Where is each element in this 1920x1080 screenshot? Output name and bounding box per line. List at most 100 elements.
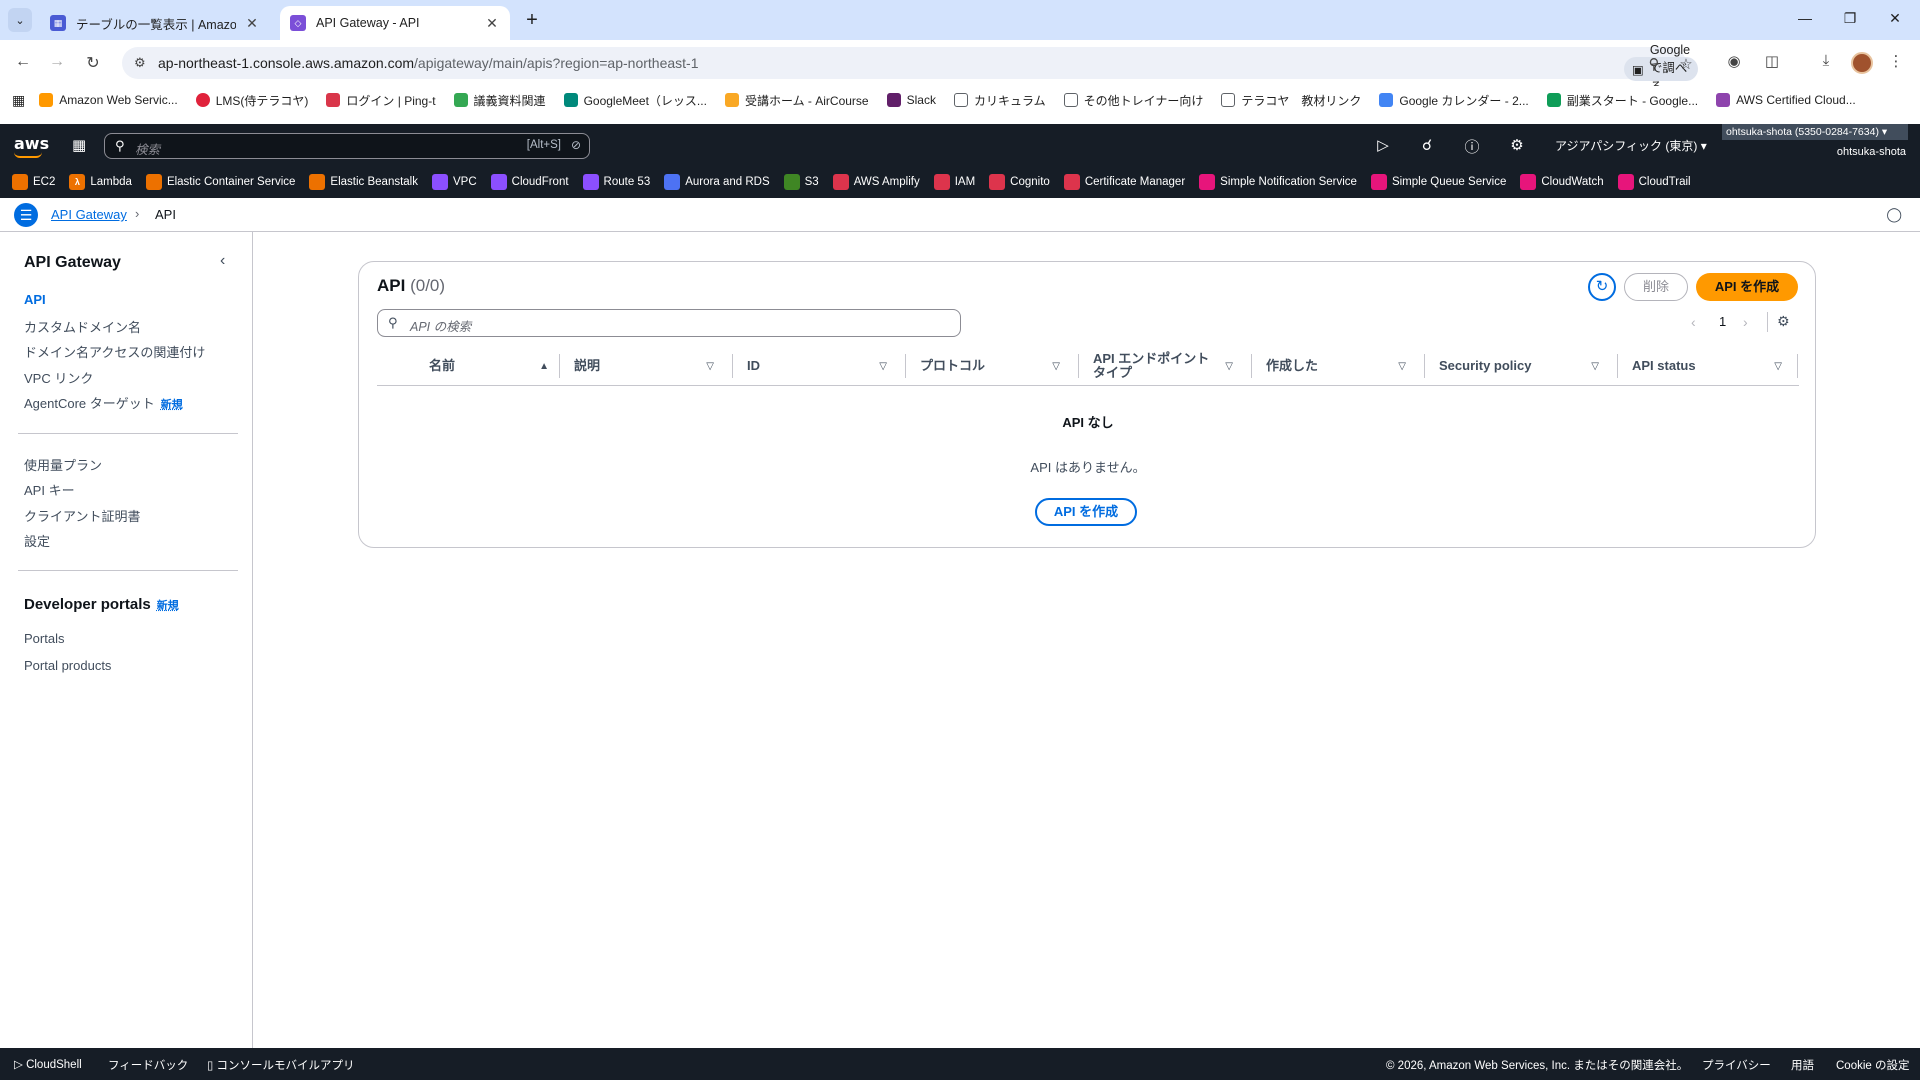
sort-icon[interactable]: ▽	[879, 361, 887, 372]
region-selector[interactable]: アジアパシフィック (東京) ▾	[1555, 137, 1707, 154]
favorite-vpc[interactable]: VPC	[432, 174, 477, 190]
pagination-prev-icon[interactable]: ‹	[1691, 314, 1696, 330]
tab-search-chevron-icon[interactable]: ⌄	[8, 8, 32, 32]
bookmark-item[interactable]: LMS(侍テラコヤ)	[195, 92, 308, 109]
delete-button[interactable]: 削除	[1624, 273, 1688, 301]
sidebar-title[interactable]: API Gateway	[24, 254, 121, 272]
notifications-bell-icon[interactable]: ☌	[1417, 136, 1437, 154]
favorite-cloudfront[interactable]: CloudFront	[490, 174, 569, 190]
sidebar-item-client-certs[interactable]: クライアント証明書	[24, 506, 140, 525]
footer-cloudshell[interactable]: ▷ CloudShell	[14, 1057, 82, 1071]
favorite-cognito[interactable]: Cognito	[989, 174, 1050, 190]
bookmark-item[interactable]: GoogleMeet（レッス...	[563, 92, 707, 109]
bookmark-item[interactable]: 議義資料関連	[453, 92, 546, 109]
restore-icon[interactable]: ❐	[1840, 10, 1860, 27]
column-header-protocol[interactable]: プロトコル ▽	[920, 346, 1070, 386]
apps-grid-icon[interactable]: ▦	[12, 92, 25, 109]
column-header-security-policy[interactable]: Security policy ▽	[1439, 346, 1609, 386]
favorite-amplify[interactable]: AWS Amplify	[832, 174, 920, 190]
collapse-sidebar-icon[interactable]: ‹	[220, 252, 225, 270]
help-icon[interactable]: ⓘ	[1462, 136, 1482, 157]
bookmark-item[interactable]: Slack	[886, 93, 936, 107]
favorite-lambda[interactable]: λ Lambda	[69, 174, 132, 190]
reload-icon[interactable]: ↻	[82, 53, 104, 73]
sidebar-item-vpc-link[interactable]: VPC リンク	[24, 368, 93, 387]
services-grid-icon[interactable]: ▦	[72, 136, 86, 154]
footer-cookie-settings[interactable]: Cookie の設定	[1836, 1057, 1910, 1073]
favorite-ecs[interactable]: Elastic Container Service	[145, 174, 295, 190]
bookmark-item[interactable]: ログイン | Ping-t	[326, 92, 436, 109]
sidebar-item-custom-domain[interactable]: カスタムドメイン名	[24, 317, 141, 336]
favorite-acm[interactable]: Certificate Manager	[1063, 174, 1185, 190]
favorite-rds[interactable]: Aurora and RDS	[664, 174, 770, 190]
favorite-route53[interactable]: Route 53	[582, 174, 650, 190]
favorite-sqs[interactable]: Simple Queue Service	[1370, 174, 1506, 190]
hamburger-menu-icon[interactable]: ☰	[14, 203, 38, 227]
bookmark-folder[interactable]: カリキュラム	[953, 92, 1046, 109]
favorite-beanstalk[interactable]: Elastic Beanstalk	[309, 174, 418, 190]
cloudshell-icon[interactable]: ▷	[1373, 136, 1393, 154]
sort-icon[interactable]: ▽	[1052, 361, 1060, 372]
new-tab-plus-icon[interactable]: +	[520, 8, 544, 32]
sidebar-item-api-keys[interactable]: API キー	[24, 480, 75, 499]
table-preferences-gear-icon[interactable]: ⚙	[1777, 313, 1790, 330]
sort-icon[interactable]: ▽	[1398, 361, 1406, 372]
close-window-icon[interactable]: ✕	[1885, 10, 1905, 27]
refresh-button[interactable]: ↻	[1588, 273, 1616, 301]
browser-tab-dynamodb[interactable]: ▦ テーブルの一覧表示 | Amazon Dy ✕	[40, 6, 270, 40]
favorite-sns[interactable]: Simple Notification Service	[1199, 174, 1357, 190]
forward-arrow-icon[interactable]: →	[46, 53, 68, 71]
sidebar-item-usage-plans[interactable]: 使用量プラン	[24, 455, 102, 474]
sidebar-item-api[interactable]: API	[24, 292, 46, 307]
sort-icon[interactable]: ▽	[1774, 361, 1782, 372]
sidebar-item-portals[interactable]: Portals	[24, 631, 64, 646]
column-header-description[interactable]: 説明 ▽	[574, 346, 724, 386]
browser-tab-api-gateway[interactable]: ◇ API Gateway - API ✕	[280, 6, 510, 40]
footer-terms-link[interactable]: 用語	[1791, 1057, 1814, 1073]
sort-icon[interactable]: ▽	[706, 361, 714, 372]
sort-icon[interactable]: ▽	[1225, 361, 1233, 372]
bookmark-star-icon[interactable]: ☆	[1676, 55, 1696, 73]
sidebar-item-portal-products[interactable]: Portal products	[24, 658, 111, 673]
minimize-icon[interactable]: —	[1795, 10, 1815, 26]
bookmark-item[interactable]: Amazon Web Servic...	[39, 93, 178, 107]
footer-mobile-app[interactable]: ▯ コンソールモバイルアプリ	[207, 1057, 355, 1073]
back-arrow-icon[interactable]: ←	[12, 53, 34, 71]
breadcrumb-link-api-gateway[interactable]: API Gateway	[51, 207, 127, 222]
site-info-icon[interactable]: ⚙	[134, 55, 146, 71]
profile-avatar[interactable]	[1851, 52, 1873, 74]
zoom-icon[interactable]: ⚲	[1644, 55, 1664, 73]
favorite-s3[interactable]: S3	[783, 174, 819, 190]
create-api-button[interactable]: API を作成	[1696, 273, 1798, 301]
sort-ascending-icon[interactable]: ▲	[539, 361, 549, 372]
favorite-cloudtrail[interactable]: CloudTrail	[1617, 174, 1691, 190]
url-text[interactable]: ap-northeast-1.console.aws.amazon.com/ap…	[158, 55, 699, 71]
close-tab-icon[interactable]: ✕	[484, 15, 500, 32]
column-header-endpoint-type[interactable]: API エンドポイント タイプ ▽	[1093, 346, 1243, 386]
settings-gear-icon[interactable]: ⚙	[1507, 136, 1527, 154]
api-search-input[interactable]: ⚲ API の検索	[377, 309, 961, 337]
footer-privacy-link[interactable]: プライバシー	[1702, 1057, 1771, 1073]
sidebar-item-settings[interactable]: 設定	[24, 531, 50, 550]
bookmark-item[interactable]: AWS Certified Cloud...	[1716, 93, 1856, 107]
sidebar-item-agentcore[interactable]: AgentCore ターゲット 新規	[24, 393, 183, 412]
aws-search-input[interactable]: ⚲ 検索 [Alt+S] ⊘	[104, 133, 590, 159]
close-tab-icon[interactable]: ✕	[244, 15, 260, 32]
column-header-id[interactable]: ID ▽	[747, 346, 897, 386]
column-header-api-status[interactable]: API status ▽	[1632, 346, 1792, 386]
favorite-ec2[interactable]: EC2	[12, 174, 55, 190]
extensions-puzzle-icon[interactable]: ◫	[1762, 52, 1782, 70]
aws-logo[interactable]: aws	[14, 134, 49, 158]
screenshot-icon[interactable]: ◉	[1724, 52, 1744, 70]
bookmark-folder[interactable]: テラコヤ 教材リンク	[1221, 92, 1361, 109]
clear-search-icon[interactable]: ⊘	[571, 138, 581, 152]
favorite-iam[interactable]: IAM	[933, 174, 975, 190]
footer-feedback[interactable]: フィードバック	[108, 1057, 188, 1073]
column-header-created[interactable]: 作成した ▽	[1266, 346, 1416, 386]
sort-icon[interactable]: ▽	[1591, 361, 1599, 372]
sidebar-item-domain-access[interactable]: ドメイン名アクセスの関連付け	[24, 342, 205, 361]
favorite-cloudwatch[interactable]: CloudWatch	[1520, 174, 1604, 190]
pagination-next-icon[interactable]: ›	[1743, 314, 1748, 330]
info-panel-icon[interactable]: ◯	[1886, 206, 1902, 223]
bookmark-item[interactable]: 受講ホーム - AirCourse	[724, 92, 869, 109]
